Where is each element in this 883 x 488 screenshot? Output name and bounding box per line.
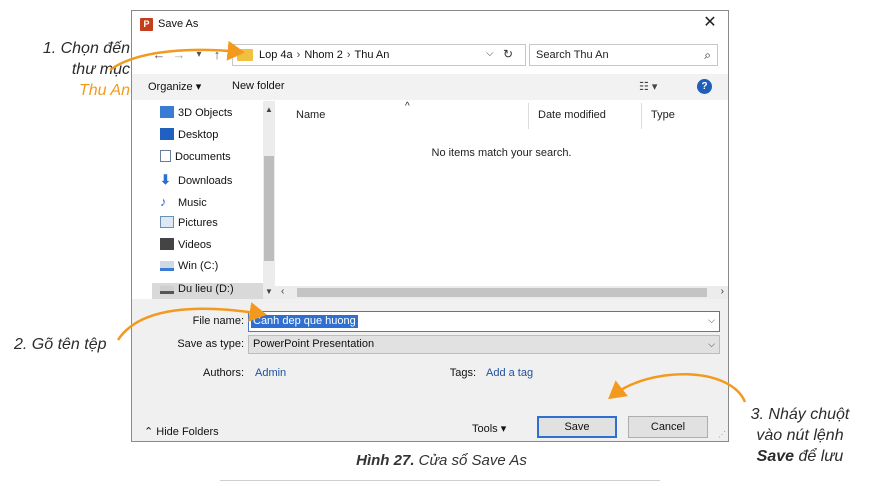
resize-grip-icon[interactable]: ⋰ (718, 430, 726, 439)
annotation-step-1-line-1: 1. Chọn đến (42, 40, 130, 57)
organize-button[interactable]: Organize ▾ (148, 80, 201, 93)
scroll-up-icon[interactable]: ▲ (265, 105, 273, 114)
up-arrow-icon[interactable]: ↑ (210, 47, 224, 63)
authors-value[interactable]: Admin (255, 367, 286, 379)
nav-item-label: Music (178, 197, 207, 209)
scroll-right-icon[interactable]: › (721, 286, 724, 297)
chevron-down-icon[interactable]: ⌵ (708, 315, 715, 326)
address-bar[interactable]: Lop 4a › Nhom 2 › Thu An ⌵ ↻ (232, 44, 526, 66)
nav-item-documents[interactable]: Documents (160, 150, 231, 168)
caption-text: Cửa sổ Save As (414, 452, 527, 469)
folder-icon (237, 49, 253, 61)
tools-button[interactable]: Tools ▾ (472, 422, 506, 435)
video-icon (160, 238, 174, 250)
empty-message: No items match your search. (431, 147, 572, 159)
close-button[interactable]: ✕ (702, 14, 718, 32)
annotation-step-3-line-1: 3. Nháy chuột (750, 406, 850, 423)
search-input[interactable]: Search Thu An ⌕ (529, 44, 718, 66)
tags-value[interactable]: Add a tag (486, 367, 533, 379)
nav-item-label: 3D Objects (178, 107, 233, 119)
nav-item-label: Documents (175, 151, 231, 163)
annotation-step-1-line-2: thư mục (71, 61, 130, 78)
navigation-pane: 3D Objects Desktop Documents ⬇ Downloads … (132, 101, 263, 301)
forward-arrow-icon[interactable]: → (172, 47, 186, 63)
nav-item-desktop[interactable]: Desktop (160, 128, 218, 146)
nav-item-downloads[interactable]: ⬇ Downloads (160, 172, 232, 190)
annotation-step-3-line-2: vào nút lệnh (756, 427, 844, 444)
drive-icon (160, 261, 174, 271)
scroll-left-icon[interactable]: ‹ (281, 286, 284, 297)
figure-caption: Hình 27. Cửa sổ Save As (0, 452, 883, 469)
caption-number: Hình 27. (356, 452, 415, 469)
save-button[interactable]: Save (537, 416, 617, 438)
save-as-type-value: PowerPoint Presentation (253, 338, 375, 350)
column-divider[interactable] (641, 103, 642, 129)
toolbar: Organize ▾ New folder ☷ ▾ ? (132, 74, 728, 100)
column-divider[interactable] (528, 103, 529, 129)
desktop-icon (160, 128, 174, 140)
navigation-row: ← → ▾ ↑ Lop 4a › Nhom 2 › Thu An ⌵ ↻ Search … (132, 42, 728, 68)
sort-arrow-icon: ^ (405, 101, 410, 112)
nav-item-label: Desktop (178, 129, 219, 141)
title-bar: P Save As ✕ (132, 11, 728, 38)
annotation-step-1-folder: Thu An (79, 82, 130, 99)
nav-item-pictures[interactable]: Pictures (160, 216, 218, 234)
tags-label: Tags: (449, 367, 476, 379)
cube-icon (160, 106, 174, 118)
document-icon (160, 150, 171, 162)
download-icon: ⬇ (160, 172, 171, 187)
nav-item-label: Videos (178, 239, 212, 251)
nav-item-music[interactable]: ♪ Music (160, 194, 207, 212)
save-as-dialog: P Save As ✕ ← → ▾ ↑ Lop 4a › Nhom 2 › Thu An… (131, 10, 729, 442)
cancel-button[interactable]: Cancel (628, 416, 708, 438)
save-options-panel: File name: Canh dep que huong ⌵ Save as … (132, 299, 728, 441)
chevron-down-icon[interactable]: ⌵ (486, 48, 494, 59)
breadcrumb-item[interactable]: Thu An (355, 49, 390, 61)
annotation-step-1: 1. Chọn đến thư mục Thu An (18, 38, 130, 101)
breadcrumb-item[interactable]: Nhom 2 (304, 49, 343, 61)
new-folder-button[interactable]: New folder (232, 80, 285, 92)
help-icon[interactable]: ? (697, 79, 712, 94)
powerpoint-icon: P (140, 18, 153, 31)
horizontal-scrollbar[interactable]: ‹ › (275, 286, 728, 299)
search-placeholder: Search Thu An (536, 49, 609, 61)
column-header-name[interactable]: Name (296, 109, 325, 121)
nav-item-win-c[interactable]: Win (C:) (160, 260, 218, 278)
nav-pane-scrollbar[interactable]: ▲ ▼ (263, 101, 275, 299)
recent-locations-icon[interactable]: ▾ (192, 47, 206, 63)
nav-item-label: Du lieu (D:) (178, 283, 234, 295)
nav-item-3d-objects[interactable]: 3D Objects (160, 106, 232, 124)
column-header-type[interactable]: Type (651, 109, 675, 121)
caption-divider (220, 480, 660, 481)
breadcrumb: Lop 4a › Nhom 2 › Thu An (259, 49, 390, 61)
dialog-title: Save As (158, 18, 199, 30)
scrollbar-thumb[interactable] (297, 288, 707, 297)
view-options-icon[interactable]: ☷ ▾ (639, 80, 657, 93)
breadcrumb-item[interactable]: Lop 4a (259, 49, 293, 61)
file-name-label: File name: (192, 315, 244, 327)
chevron-down-icon[interactable]: ⌵ (708, 339, 715, 350)
nav-item-label: Pictures (178, 217, 218, 229)
file-name-value[interactable]: Canh dep que huong (251, 315, 358, 328)
scrollbar-thumb[interactable] (264, 156, 274, 261)
authors-label: Authors: (203, 367, 244, 379)
file-list: Name ^ Date modified Type No items match… (275, 101, 728, 286)
save-as-type-select[interactable]: PowerPoint Presentation ⌵ (248, 335, 720, 354)
drive-icon (160, 286, 174, 294)
nav-item-videos[interactable]: Videos (160, 238, 211, 256)
file-name-field[interactable]: Canh dep que huong ⌵ (248, 311, 720, 332)
search-icon[interactable]: ⌕ (704, 48, 711, 63)
music-icon: ♪ (160, 194, 167, 209)
nav-item-label: Win (C:) (178, 260, 219, 272)
save-as-type-label: Save as type: (177, 338, 244, 350)
hide-folders-button[interactable]: ⌃ Hide Folders (144, 425, 219, 438)
back-arrow-icon[interactable]: ← (152, 47, 166, 63)
scroll-down-icon[interactable]: ▼ (265, 287, 273, 296)
refresh-icon[interactable]: ↻ (503, 47, 513, 61)
nav-item-label: Downloads (178, 175, 233, 187)
picture-icon (160, 216, 174, 228)
annotation-step-2: 2. Gõ tên tệp (14, 336, 107, 353)
column-header-date-modified[interactable]: Date modified (538, 109, 606, 121)
